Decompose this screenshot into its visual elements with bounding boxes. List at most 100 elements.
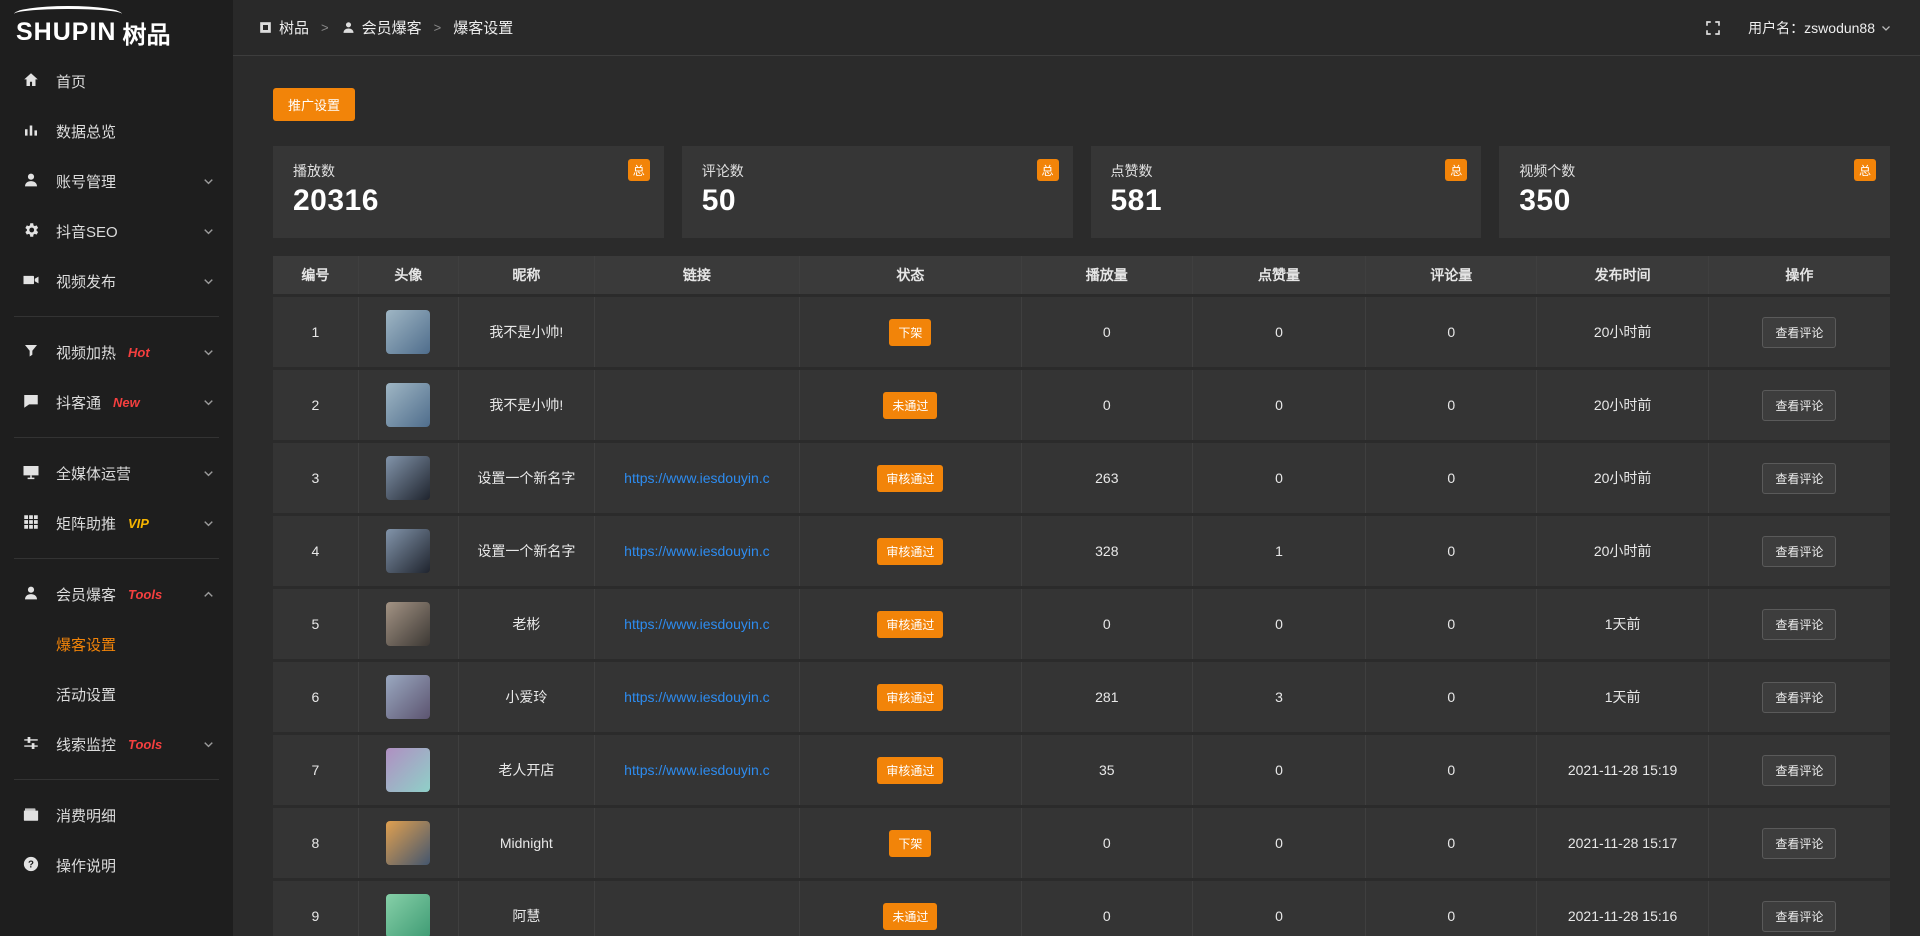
- video-camera-icon: [22, 271, 42, 291]
- link-cell: https://www.iesdouyin.c: [595, 443, 800, 513]
- sidebar-item-activity-settings[interactable]: 活动设置: [0, 669, 233, 719]
- link-cell: https://www.iesdouyin.c: [595, 589, 800, 659]
- column-header: 点赞量: [1193, 256, 1366, 294]
- gear-icon: [22, 221, 42, 241]
- chevron-down-icon: [202, 738, 215, 751]
- link-cell: [595, 297, 800, 367]
- status-badge: 审核通过: [877, 757, 943, 784]
- column-header: 昵称: [459, 256, 595, 294]
- sidebar-item-member-baoke[interactable]: 会员爆客Tools: [0, 569, 233, 619]
- chevron-down-icon: [202, 396, 215, 409]
- sidebar-item-matrix-boost[interactable]: 矩阵助推VIP: [0, 498, 233, 548]
- chevron-down-icon: [202, 275, 215, 288]
- video-link[interactable]: https://www.iesdouyin.c: [624, 543, 770, 559]
- status-cell: 审核通过: [800, 662, 1022, 732]
- promotion-settings-button[interactable]: 推广设置: [273, 88, 355, 121]
- sidebar-item-label: 线索监控: [56, 734, 116, 755]
- view-comments-button[interactable]: 查看评论: [1762, 317, 1836, 348]
- plays-cell: 328: [1022, 516, 1193, 586]
- breadcrumb-item-shupin[interactable]: 树品: [258, 17, 309, 38]
- plays-cell: 0: [1022, 297, 1193, 367]
- video-link[interactable]: https://www.iesdouyin.c: [624, 762, 770, 778]
- comments-cell: 0: [1366, 881, 1537, 936]
- view-comments-button[interactable]: 查看评论: [1762, 682, 1836, 713]
- total-badge: 总: [1445, 159, 1467, 181]
- video-link[interactable]: https://www.iesdouyin.c: [624, 470, 770, 486]
- sidebar-item-consumption-detail[interactable]: 消费明细: [0, 790, 233, 840]
- video-link[interactable]: https://www.iesdouyin.c: [624, 689, 770, 705]
- sidebar-item-video-heat[interactable]: 视频加热Hot: [0, 327, 233, 377]
- sidebar-item-label: 矩阵助推: [56, 513, 116, 534]
- sidebar-item-tag: Tools: [128, 587, 162, 602]
- top-bar: 树品>会员爆客>爆客设置 用户名： zswodun88: [233, 0, 1920, 56]
- action-cell: 查看评论: [1709, 370, 1890, 440]
- row-number-cell: 6: [273, 662, 359, 732]
- sidebar-item-label: 操作说明: [56, 855, 116, 876]
- chevron-down-icon: [202, 225, 215, 238]
- avatar: [386, 602, 430, 646]
- sidebar-item-data-overview[interactable]: 数据总览: [0, 106, 233, 156]
- video-link[interactable]: https://www.iesdouyin.c: [624, 616, 770, 632]
- avatar: [386, 894, 430, 936]
- sidebar-item-doukotong[interactable]: 抖客通New: [0, 377, 233, 427]
- breadcrumb-item-member-baoke[interactable]: 会员爆客: [341, 17, 422, 38]
- avatar-cell: [359, 662, 459, 732]
- sidebar-item-home[interactable]: 首页: [0, 56, 233, 106]
- stat-card-value: 581: [1111, 184, 1462, 218]
- view-comments-button[interactable]: 查看评论: [1762, 828, 1836, 859]
- action-cell: 查看评论: [1709, 297, 1890, 367]
- user-menu[interactable]: 用户名： zswodun88: [1748, 18, 1892, 38]
- action-cell: 查看评论: [1709, 881, 1890, 936]
- status-badge: 审核通过: [877, 611, 943, 638]
- avatar-cell: [359, 808, 459, 878]
- publish-time-cell: 20小时前: [1537, 370, 1708, 440]
- likes-cell: 0: [1193, 443, 1366, 513]
- fullscreen-icon[interactable]: [1704, 19, 1722, 37]
- column-header: 发布时间: [1537, 256, 1708, 294]
- action-cell: 查看评论: [1709, 662, 1890, 732]
- sidebar-item-tag: Tools: [128, 737, 162, 752]
- sidebar-item-account-management[interactable]: 账号管理: [0, 156, 233, 206]
- view-comments-button[interactable]: 查看评论: [1762, 390, 1836, 421]
- sidebar-item-baoke-settings[interactable]: 爆客设置: [0, 619, 233, 669]
- comments-cell: 0: [1366, 662, 1537, 732]
- sidebar-item-operation-guide[interactable]: ?操作说明: [0, 840, 233, 890]
- table-row: 1我不是小帅!下架00020小时前查看评论: [273, 297, 1890, 370]
- total-badge: 总: [1037, 159, 1059, 181]
- sidebar-item-all-media-operation[interactable]: 全媒体运营: [0, 448, 233, 498]
- nickname-cell: 设置一个新名字: [459, 443, 595, 513]
- chevron-down-icon: [1880, 22, 1892, 34]
- column-header: 头像: [359, 256, 459, 294]
- status-cell: 审核通过: [800, 735, 1022, 805]
- chevron-up-icon: [202, 588, 215, 601]
- avatar-cell: [359, 516, 459, 586]
- sidebar-divider: [14, 558, 219, 559]
- avatar-cell: [359, 881, 459, 936]
- sidebar-item-douyin-seo[interactable]: 抖音SEO: [0, 206, 233, 256]
- chat-icon: [22, 392, 42, 412]
- view-comments-button[interactable]: 查看评论: [1762, 463, 1836, 494]
- view-comments-button[interactable]: 查看评论: [1762, 536, 1836, 567]
- topbar-right: 用户名： zswodun88: [1704, 18, 1892, 38]
- sidebar-item-label: 账号管理: [56, 171, 116, 192]
- grid-icon: [22, 513, 42, 533]
- sidebar-divider: [14, 779, 219, 780]
- row-number-cell: 2: [273, 370, 359, 440]
- avatar: [386, 529, 430, 573]
- comments-cell: 0: [1366, 443, 1537, 513]
- brand-logo[interactable]: SHUPIN 树品: [0, 0, 233, 56]
- stat-card-label: 点赞数: [1111, 161, 1462, 181]
- link-cell: [595, 370, 800, 440]
- view-comments-button[interactable]: 查看评论: [1762, 755, 1836, 786]
- sidebar-divider: [14, 316, 219, 317]
- table-header-row: 编号头像昵称链接状态播放量点赞量评论量发布时间操作: [273, 256, 1890, 297]
- view-comments-button[interactable]: 查看评论: [1762, 609, 1836, 640]
- avatar-cell: [359, 589, 459, 659]
- sidebar-item-video-publish[interactable]: 视频发布: [0, 256, 233, 306]
- page-content: 推广设置 播放数20316总评论数50总点赞数581总视频个数350总 编号头像…: [233, 56, 1920, 936]
- sidebar-item-clue-monitor[interactable]: 线索监控 Tools: [0, 719, 233, 769]
- comments-cell: 0: [1366, 735, 1537, 805]
- username-value: zswodun88: [1804, 20, 1875, 36]
- nickname-cell: 阿慧: [459, 881, 595, 936]
- view-comments-button[interactable]: 查看评论: [1762, 901, 1836, 932]
